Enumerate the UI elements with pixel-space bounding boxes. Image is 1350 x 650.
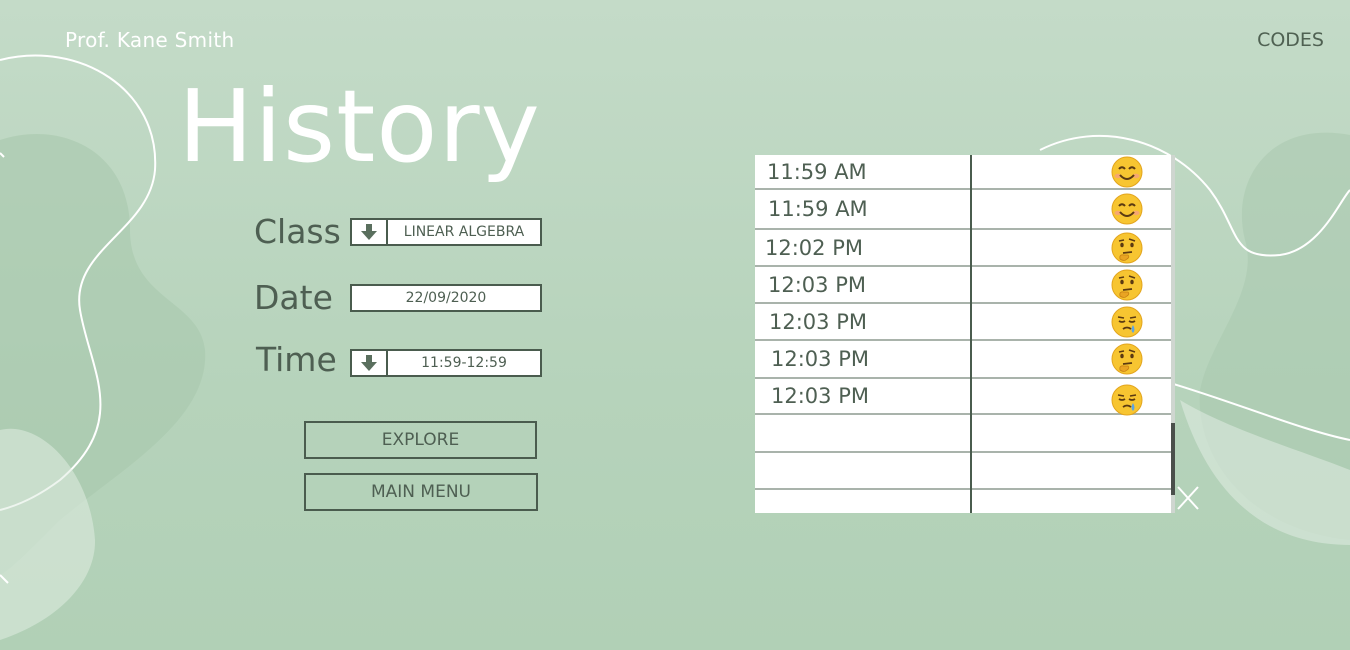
professor-name: Prof. Kane Smith	[65, 28, 235, 52]
thinking-face-icon	[1111, 269, 1143, 300]
sleepy-face-icon	[1111, 306, 1143, 337]
thinking-face-icon	[1111, 343, 1143, 375]
time-select[interactable]: 11:59-12:59	[350, 349, 542, 377]
thinking-face-icon	[1111, 232, 1143, 263]
arrow-down-icon	[361, 355, 377, 371]
time-dropdown-toggle[interactable]	[352, 351, 388, 375]
table-row	[755, 415, 1171, 453]
row-time: 12:03 PM	[771, 347, 869, 371]
table-row: 11:59 AM	[755, 190, 1171, 230]
smiling-face-icon	[1111, 156, 1143, 187]
class-value: LINEAR ALGEBRA	[403, 224, 525, 240]
table-row	[755, 453, 1171, 490]
row-time: 11:59 AM	[768, 197, 868, 221]
table-row: 12:03 PM	[755, 379, 1171, 416]
table-row: 11:59 AM	[755, 155, 1171, 190]
main-menu-button[interactable]: MAIN MENU	[304, 473, 538, 511]
date-field[interactable]: 22/09/2020	[350, 284, 542, 312]
row-time: 11:59 AM	[767, 159, 867, 184]
scrollbar-thumb[interactable]	[1171, 423, 1175, 495]
row-time: 12:03 PM	[769, 309, 867, 334]
row-time: 12:03 PM	[768, 272, 866, 297]
history-table[interactable]: 11:59 AM 11:59 AM 12:02 PM 12:03 PM 12:0…	[755, 155, 1175, 513]
time-value: 11:59-12:59	[421, 355, 507, 371]
table-row: 12:03 PM	[755, 267, 1171, 304]
row-time: 12:03 PM	[771, 384, 869, 408]
class-label: Class	[254, 212, 341, 251]
time-label: Time	[256, 340, 337, 379]
page-title: History	[178, 68, 541, 185]
column-divider	[970, 155, 972, 513]
table-row: 12:03 PM	[755, 304, 1171, 341]
class-dropdown-toggle[interactable]	[352, 220, 388, 244]
sleepy-face-icon	[1111, 384, 1143, 416]
smiling-face-icon	[1111, 193, 1143, 225]
codes-link[interactable]: CODES	[1257, 29, 1324, 51]
arrow-down-icon	[361, 224, 377, 240]
row-time: 12:02 PM	[765, 235, 863, 260]
date-value: 22/09/2020	[405, 290, 487, 306]
class-select[interactable]: LINEAR ALGEBRA	[350, 218, 542, 246]
table-row: 12:03 PM	[755, 341, 1171, 379]
explore-button[interactable]: EXPLORE	[304, 421, 537, 459]
date-label: Date	[254, 278, 333, 317]
table-row	[755, 490, 1171, 513]
table-row: 12:02 PM	[755, 230, 1171, 267]
